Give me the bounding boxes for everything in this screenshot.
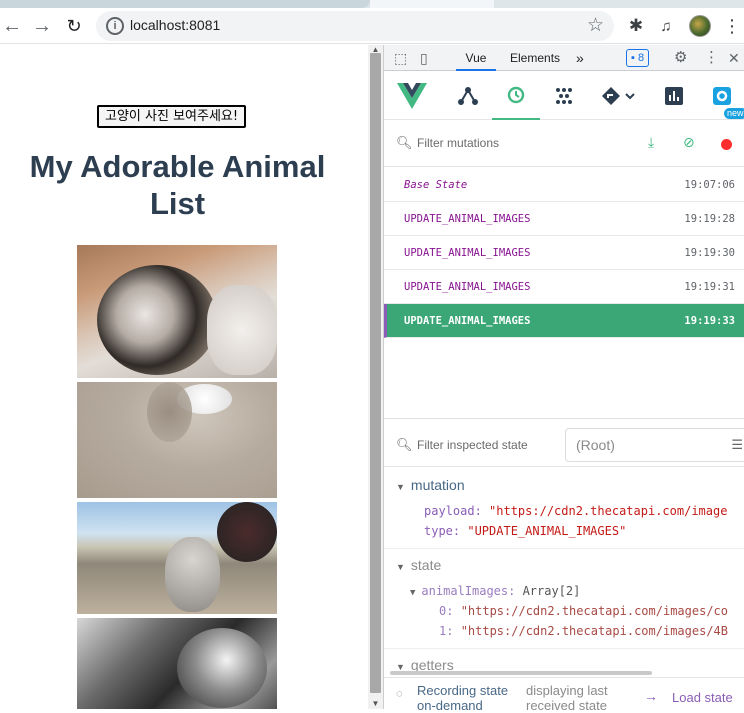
state-filter-bar: 🔍︎ Filter inspected state (Root) ☰ <box>384 423 744 467</box>
animal-image-item-0: 0: "https://cdn2.thecatapi.com/images/co <box>439 604 728 618</box>
mutation-time: 19:19:28 <box>684 213 735 225</box>
star-icon[interactable]: ☆ <box>587 14 604 37</box>
section-divider <box>384 548 744 549</box>
avatar[interactable] <box>689 15 711 37</box>
browser-toolbar: ← → ↻ i localhost:8081 ☆ ✱ ♫ ⋮ <box>0 8 744 44</box>
root-selector[interactable]: (Root) <box>565 428 744 462</box>
vue-toolbar: new <box>384 72 744 120</box>
bottom-status-bar: ◌ Recording state on-demand displaying l… <box>384 677 744 713</box>
mutation-header: mutation <box>410 477 465 493</box>
router-icon[interactable] <box>594 72 642 120</box>
timeline-icon[interactable] <box>492 72 540 120</box>
load-state-button[interactable]: Load state <box>672 690 733 705</box>
reload-icon[interactable]: ↻ <box>58 8 90 44</box>
page-title: My Adorable Animal List <box>29 149 326 221</box>
vue-logo-icon <box>388 72 436 120</box>
components-icon[interactable] <box>444 72 492 120</box>
mutation-name: Base State <box>404 179 468 191</box>
address-bar[interactable]: i localhost:8081 ☆ <box>96 11 614 41</box>
caret-down-icon[interactable]: ▼ <box>396 662 405 671</box>
mutation-filter-input[interactable]: Filter mutations <box>417 136 499 150</box>
vuex-icon[interactable] <box>540 72 588 120</box>
tab-vue[interactable]: Vue <box>456 45 496 71</box>
page-scrollbar[interactable]: ▲ ▼ <box>368 45 383 709</box>
playlist-icon[interactable]: ♫ <box>654 8 678 44</box>
mutation-filter-bar: 🔍︎ Filter mutations ⤓ ⊘ <box>384 121 744 167</box>
record-icon[interactable] <box>721 139 732 150</box>
mutation-time: 19:19:33 <box>684 315 735 327</box>
mutation-row[interactable]: UPDATE_ANIMAL_IMAGES 19:19:28 <box>384 202 744 236</box>
arrow-right-icon[interactable]: → <box>644 688 658 704</box>
scroll-down-icon[interactable]: ▼ <box>368 699 383 709</box>
mutation-row[interactable]: Base State 19:07:06 <box>384 168 744 202</box>
settings-icon[interactable]: new <box>698 72 744 120</box>
issues-count: 8 <box>637 52 645 64</box>
state-filter-input[interactable]: Filter inspected state <box>417 438 528 452</box>
getters-section: ▼ getters <box>384 657 744 671</box>
search-icon: 🔍︎ <box>396 437 413 452</box>
mutation-time: 19:19:31 <box>684 281 735 293</box>
recording-spinner-icon: ◌ <box>396 688 403 700</box>
animal-image-item-1: 1: "https://cdn2.thecatapi.com/images/4B <box>439 624 728 638</box>
getters-header: getters <box>410 657 454 671</box>
devtools-panel: ⬚ ▯ Vue Elements » ▪ 8 ⚙ ⋮ ✕ new 🔍︎ Filt… <box>383 45 744 713</box>
show-cats-button[interactable]: 고양이 사진 보여주세요! <box>97 105 247 128</box>
mutation-name: UPDATE_ANIMAL_IMAGES <box>404 247 531 259</box>
info-icon[interactable]: i <box>106 17 124 35</box>
inactive-tab[interactable] <box>370 0 494 8</box>
tab-elements[interactable]: Elements <box>510 45 560 71</box>
more-tabs-icon[interactable]: » <box>576 45 584 71</box>
scrollbar-thumb[interactable] <box>370 53 381 693</box>
mutation-row[interactable]: UPDATE_ANIMAL_IMAGES 19:19:30 <box>384 236 744 270</box>
menu-icon[interactable]: ☰ <box>731 437 743 453</box>
caret-down-icon[interactable]: ▼ <box>396 562 405 572</box>
type-value: "UPDATE_ANIMAL_IMAGES" <box>467 524 627 538</box>
cat-image-2 <box>77 382 277 498</box>
issues-badge[interactable]: ▪ 8 <box>626 49 650 67</box>
mutation-name: UPDATE_ANIMAL_IMAGES <box>404 213 531 225</box>
device-toolbar-icon[interactable]: ▯ <box>420 45 428 71</box>
performance-icon[interactable] <box>650 72 698 120</box>
mutation-time: 19:07:06 <box>684 179 735 191</box>
download-icon[interactable]: ⤓ <box>648 134 654 151</box>
mutation-row[interactable]: UPDATE_ANIMAL_IMAGES 19:19:33 <box>384 304 744 338</box>
payload-row: payload: "https://cdn2.thecatapi.com/ima… <box>424 504 728 518</box>
active-tab[interactable] <box>0 0 370 8</box>
section-divider <box>384 648 744 649</box>
mutation-name: UPDATE_ANIMAL_IMAGES <box>404 315 531 327</box>
browser-tabstrip <box>0 0 744 8</box>
puzzle-icon[interactable]: ✱ <box>624 8 648 44</box>
devtools-menu-icon[interactable]: ⋮ <box>704 45 719 71</box>
cat-image-4 <box>77 618 277 709</box>
web-page: 고양이 사진 보여주세요! My Adorable Animal List <box>0 45 368 709</box>
cat-image-3 <box>77 502 277 614</box>
mutation-name: UPDATE_ANIMAL_IMAGES <box>404 281 531 293</box>
settings-gear-icon[interactable]: ⚙ <box>674 45 687 71</box>
horizontal-scrollbar[interactable] <box>390 671 652 675</box>
mutation-time: 19:19:30 <box>684 247 735 259</box>
search-icon: 🔍︎ <box>396 135 413 150</box>
url-text[interactable]: localhost:8081 <box>130 17 220 33</box>
kebab-menu-icon[interactable]: ⋮ <box>722 8 742 44</box>
forward-icon[interactable]: → <box>26 8 58 44</box>
mutation-row[interactable]: UPDATE_ANIMAL_IMAGES 19:19:31 <box>384 270 744 304</box>
state-header: state <box>410 557 442 573</box>
animal-images-row[interactable]: ▼ animalImages: Array[2] <box>410 584 580 598</box>
clear-icon[interactable]: ⊘ <box>683 134 695 151</box>
payload-value: "https://cdn2.thecatapi.com/image <box>489 504 728 518</box>
pane-divider[interactable] <box>384 418 744 419</box>
type-row: type: "UPDATE_ANIMAL_IMAGES" <box>424 524 627 538</box>
new-badge: new <box>724 108 744 119</box>
caret-down-icon[interactable]: ▼ <box>410 588 415 598</box>
inspect-element-icon[interactable]: ⬚ <box>394 45 407 71</box>
devtools-tabbar: ⬚ ▯ Vue Elements » ▪ 8 ⚙ ⋮ ✕ <box>384 45 744 71</box>
back-icon[interactable]: ← <box>0 8 28 44</box>
caret-down-icon[interactable]: ▼ <box>396 482 405 492</box>
close-icon[interactable]: ✕ <box>728 45 740 71</box>
cat-image-1 <box>77 245 277 378</box>
